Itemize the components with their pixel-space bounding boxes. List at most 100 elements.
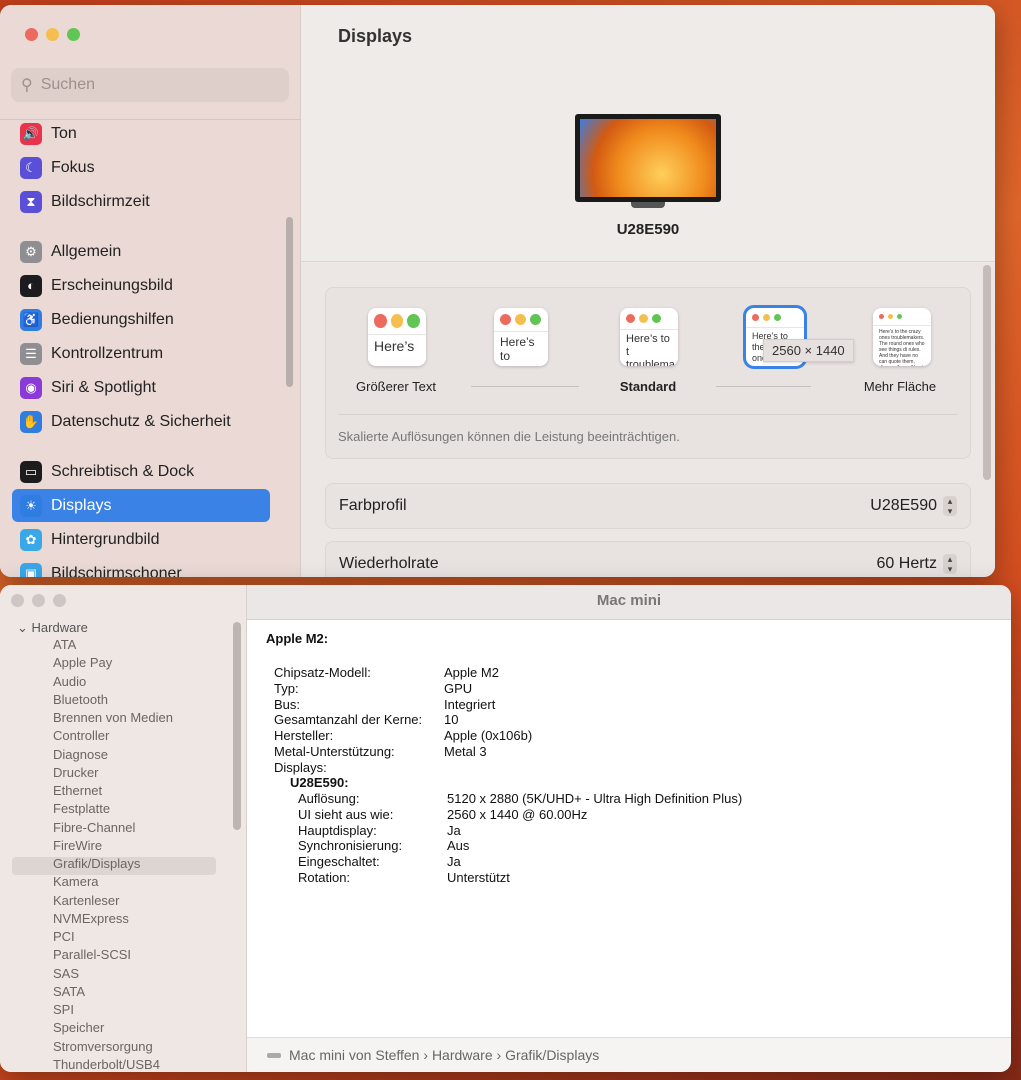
tree-item[interactable]: Festplatte (53, 801, 110, 816)
sidebar-item-label: Bedienungshilfen (51, 310, 174, 328)
sidebar-scrollbar[interactable] (233, 622, 241, 830)
tree-item[interactable]: Drucker (53, 765, 99, 780)
traffic-lights-icon (873, 308, 931, 326)
sidebar-item-hintergrundbild[interactable]: ✿ Hintergrundbild (12, 523, 270, 556)
traffic-lights-icon (368, 308, 426, 335)
property-key: Auflösung: (298, 791, 360, 806)
sidebar-item-siri-spotlight[interactable]: ◉ Siri & Spotlight (12, 371, 270, 404)
siri-icon: ◉ (20, 376, 42, 399)
speaker-icon: 🔊 (20, 122, 42, 145)
scaling-option[interactable]: Here’s (368, 308, 426, 366)
tree-item[interactable]: NVMExpress (53, 911, 129, 926)
property-key: Gesamtanzahl der Kerne: (274, 712, 423, 728)
sidebar-item-kontrollzentrum[interactable]: ☰ Kontrollzentrum (12, 337, 270, 370)
sidebar-item-fokus[interactable]: ☾ Fokus (12, 151, 270, 184)
minimize-button[interactable] (32, 594, 45, 607)
search-input[interactable]: ⚲ Suchen (11, 68, 289, 102)
tree-item[interactable]: Diagnose (53, 747, 108, 762)
chevron-updown-icon[interactable]: ▴ ▾ (943, 554, 957, 574)
monitor-stand (631, 202, 665, 208)
tree-item[interactable]: SAS (53, 966, 79, 981)
tree-hardware[interactable]: ⌄ Hardware (17, 620, 88, 636)
property-value: Unterstützt (447, 870, 510, 885)
sidebar-item-label: Hintergrundbild (51, 530, 160, 548)
tree-item[interactable]: Bluetooth (53, 692, 108, 707)
scaling-option[interactable]: Here’s to t troublema ones who (620, 308, 678, 366)
tree-item[interactable]: Ethernet (53, 783, 102, 798)
tree-item[interactable]: SATA (53, 984, 85, 999)
system-settings-window: ⚲ Suchen 🔊 Ton ☾ Fokus ⧗ Bildschirmzeit ⚙ Allgem… (0, 5, 995, 577)
tree-item[interactable]: Apple Pay (53, 655, 112, 670)
sidebar-item-label: Schreibtisch & Dock (51, 462, 195, 480)
minimize-button[interactable] (46, 28, 59, 41)
sidebar-item-allgemein[interactable]: ⚙ Allgemein (12, 235, 270, 268)
tree-item[interactable]: Fibre-Channel (53, 820, 135, 835)
sidebar-item-erscheinungsbild[interactable]: ◐ Erscheinungsbild (12, 269, 270, 302)
tree-item[interactable]: Kamera (53, 874, 99, 889)
sidebar-item-displays[interactable]: ☀ Displays (12, 489, 270, 522)
option-sample-text: Here’s (374, 338, 415, 354)
monitor-icon[interactable] (575, 114, 721, 202)
sidebar-item-label: Displays (51, 496, 112, 514)
sysinfo-sidebar: ⌄ Hardware ATA Apple Pay Audio Bluetooth Bre… (0, 585, 247, 1072)
resolution-group: Here’s Here’s to troublem Here’s to t trou… (325, 287, 971, 459)
close-button[interactable] (25, 28, 38, 41)
property-value: GPU (444, 680, 473, 696)
tree-item[interactable]: Stromversorgung (53, 1039, 153, 1054)
option-sample-text: Here’s to troublem (500, 335, 547, 366)
display-heading: U28E590: (290, 775, 349, 790)
scaling-option[interactable]: Here’s to the crazy ones troublemakers. … (873, 308, 931, 366)
breadcrumb-item[interactable]: Grafik/Displays (505, 1047, 599, 1063)
traffic-lights-icon (494, 308, 548, 332)
tree-item[interactable]: Thunderbolt/USB4 (53, 1057, 160, 1072)
tree-item[interactable]: PCI (53, 929, 75, 944)
main-scrollbar[interactable] (983, 265, 991, 480)
property-value: Ja (447, 854, 461, 870)
tree-item[interactable]: SPI (53, 1002, 74, 1017)
zoom-button[interactable] (53, 594, 66, 607)
sidebar-item-bedienungshilfen[interactable]: ♿ Bedienungshilfen (12, 303, 270, 336)
property-key: Eingeschaltet: (298, 854, 380, 870)
tree-item[interactable]: ATA (53, 637, 76, 652)
sidebar-item-bildschirmschoner[interactable]: ▣ Bildschirmschoner (12, 557, 270, 577)
property-key: Synchronisierung: (298, 838, 403, 854)
refresh-rate-value[interactable]: 60 Hertz (877, 555, 937, 572)
property-value: Aus (447, 838, 470, 854)
sidebar-item-schreibtisch-dock[interactable]: ▭ Schreibtisch & Dock (12, 455, 270, 488)
chevron-updown-icon[interactable]: ▴ ▾ (943, 496, 957, 516)
sidebar-item-label: Datenschutz & Sicherheit (51, 412, 231, 430)
sidebar-item-label: Siri & Spotlight (51, 378, 156, 396)
hand-icon: ✋ (20, 410, 42, 433)
property-value: Apple (0x106b) (444, 728, 533, 744)
refresh-rate-row[interactable]: Wiederholrate 60 Hertz ▴ ▾ (325, 541, 971, 577)
breadcrumb-item[interactable]: Hardware (432, 1047, 493, 1063)
label-more-space: Mehr Fläche (863, 379, 937, 394)
property-value: Integriert (444, 696, 496, 712)
window-title: Mac mini (247, 585, 1011, 620)
property-value: 5120 x 2880 (5K/UHD+ - Ultra High Defini… (447, 791, 743, 806)
sidebar-item-label: Ton (51, 124, 77, 142)
tree-item[interactable]: Speicher (53, 1020, 104, 1035)
appearance-icon: ◐ (20, 274, 42, 297)
tree-item[interactable]: Audio (53, 674, 86, 689)
sidebar-item-ton[interactable]: 🔊 Ton (12, 117, 270, 150)
sidebar-scrollbar[interactable] (286, 217, 293, 387)
zoom-button[interactable] (67, 28, 80, 41)
tree-item[interactable]: FireWire (53, 838, 102, 853)
close-button[interactable] (11, 594, 24, 607)
breadcrumb-item[interactable]: Mac mini von Steffen (289, 1047, 419, 1063)
tree-item[interactable]: Grafik/Displays (53, 856, 140, 871)
tree-item[interactable]: Parallel-SCSI (53, 947, 131, 962)
property-key: Bus: (274, 696, 301, 712)
traffic-lights-icon (746, 308, 804, 328)
tree-item[interactable]: Controller (53, 728, 109, 743)
scaling-option[interactable]: Here’s to troublem (494, 308, 548, 366)
tree-item[interactable]: Kartenleser (53, 893, 119, 908)
sidebar-item-bildschirmzeit[interactable]: ⧗ Bildschirmzeit (12, 185, 270, 218)
tree-item[interactable]: Brennen von Medien (53, 710, 173, 725)
sidebar-item-datenschutz-sicherheit[interactable]: ✋ Datenschutz & Sicherheit (12, 405, 270, 438)
scaling-note: Skalierte Auflösungen können die Leistun… (338, 429, 680, 444)
breadcrumb: Mac mini von Steffen › Hardware › Grafik… (247, 1037, 1011, 1072)
color-profile-row[interactable]: Farbprofil U28E590 ▴ ▾ (325, 483, 971, 529)
color-profile-value[interactable]: U28E590 (870, 497, 937, 514)
